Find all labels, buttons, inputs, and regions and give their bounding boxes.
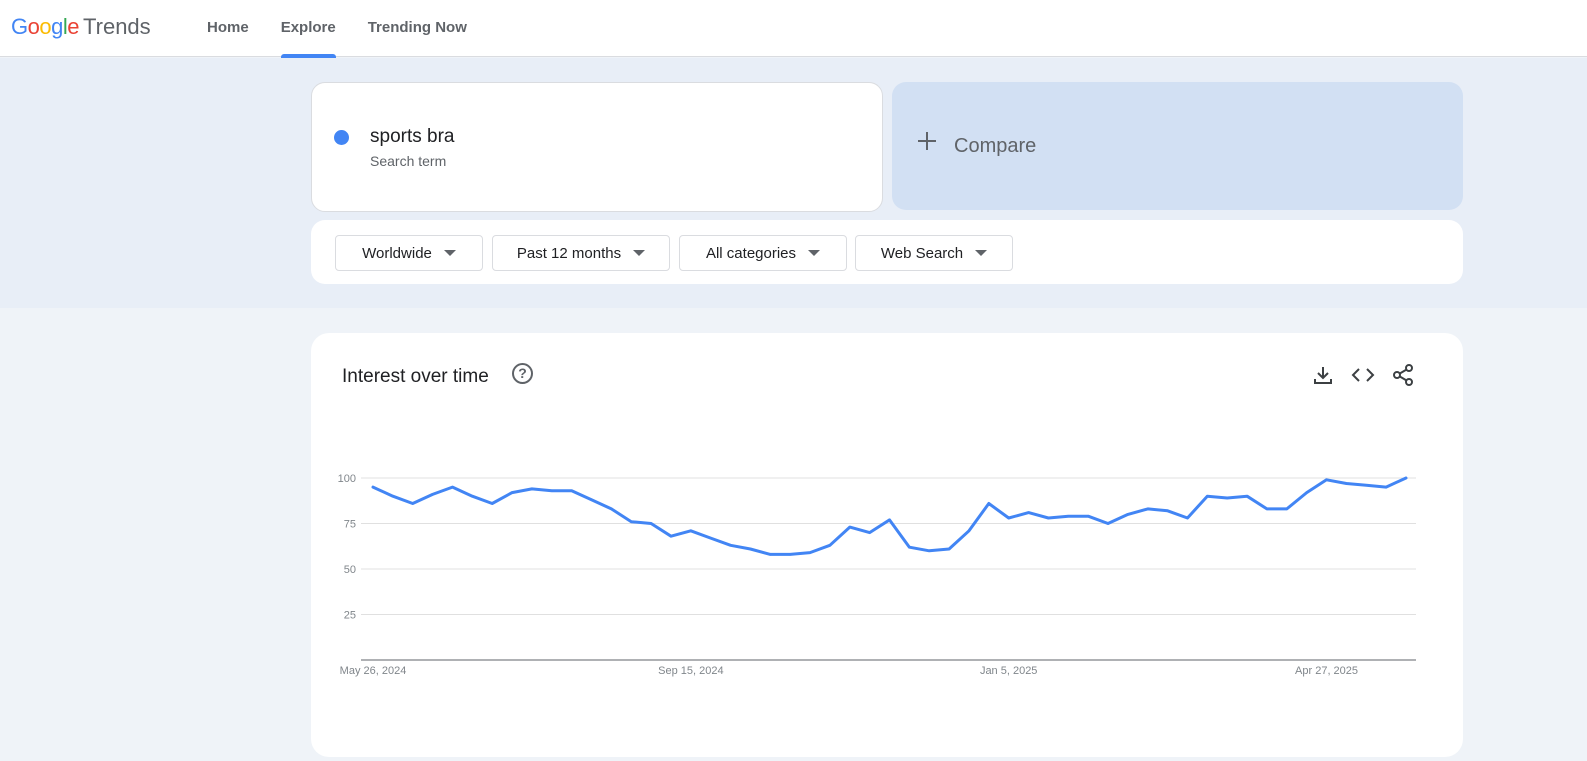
data-point (1285, 507, 1289, 511)
google-trends-logo[interactable]: Google Trends (11, 14, 151, 42)
data-point (709, 536, 712, 540)
data-point (649, 522, 653, 525)
data-point (1067, 515, 1070, 518)
data-point (610, 507, 613, 511)
search-term-name[interactable]: sports bra (370, 126, 454, 148)
data-point (550, 489, 553, 492)
data-point (530, 487, 534, 491)
data-point (451, 485, 454, 489)
region-filter[interactable]: Worldwide (335, 235, 483, 271)
data-point (947, 547, 951, 551)
top-app-bar: Google Trends Home Explore Trending Now (0, 0, 1587, 58)
nav-home[interactable]: Home (191, 0, 265, 57)
search-type-filter-label: Web Search (880, 244, 964, 262)
data-point (987, 502, 991, 505)
data-point (967, 529, 971, 532)
nav-explore[interactable]: Explore (265, 0, 352, 58)
data-point (510, 491, 514, 494)
logo-letter: g (51, 14, 63, 39)
data-point (1345, 482, 1348, 485)
data-point (808, 551, 812, 554)
time-range-filter[interactable]: Past 12 months (492, 235, 670, 271)
data-point (570, 489, 573, 492)
main-nav: Home Explore Trending Now (191, 0, 483, 58)
data-point (1166, 509, 1169, 512)
search-type-filter[interactable]: Web Search (855, 235, 1013, 271)
category-filter-label: All categories (705, 244, 797, 262)
interest-line-chart: 25 50 75 100 May 26, 2024 Sep 15, 2024 Jan 5, … (338, 473, 1416, 677)
data-point (391, 495, 395, 498)
data-point (1384, 485, 1388, 489)
data-point (1007, 516, 1010, 520)
search-term-card[interactable]: sports bra Search term (311, 82, 883, 212)
y-tick-label: 25 (344, 610, 356, 622)
y-tick-label: 50 (344, 564, 356, 576)
data-point (1027, 511, 1030, 514)
y-tick-label: 100 (338, 473, 356, 485)
data-point (928, 549, 931, 552)
data-point (630, 520, 633, 523)
data-point (908, 545, 911, 549)
logo-letter: e (67, 14, 80, 39)
data-point (1305, 491, 1308, 494)
data-point (769, 553, 772, 556)
caret-down-icon (443, 250, 456, 256)
data-point (868, 531, 871, 534)
data-point (1206, 495, 1209, 498)
data-point (1106, 522, 1110, 525)
data-point (590, 498, 593, 502)
time-range-filter-label: Past 12 months (516, 244, 622, 262)
data-point (749, 547, 752, 551)
plus-icon (918, 132, 936, 150)
data-point (1186, 516, 1189, 520)
x-tick-label: Jan 5, 2025 (980, 665, 1038, 677)
data-point (471, 495, 474, 498)
compare-label: Compare (954, 135, 1037, 157)
data-point (371, 485, 375, 489)
data-point (1226, 496, 1229, 500)
data-point (1047, 516, 1050, 520)
interest-over-time-card: Interest over time ? 25 50 75 100 May 26, 20… (311, 333, 1463, 757)
data-point (431, 493, 434, 496)
logo-letter: G (11, 14, 28, 39)
caret-down-icon (633, 250, 646, 256)
x-tick-label: Apr 27, 2025 (1295, 665, 1358, 677)
data-point (1126, 513, 1130, 516)
data-point (689, 529, 693, 532)
compare-button[interactable]: Compare (892, 82, 1463, 210)
caret-down-icon (808, 250, 821, 256)
term-color-dot (334, 130, 349, 145)
data-point (669, 535, 673, 538)
search-term-type: Search term (370, 153, 447, 169)
logo-letter: o (27, 14, 40, 39)
data-point (411, 502, 414, 505)
series-line-sports-bra (371, 476, 1408, 556)
x-tick-label: May 26, 2024 (340, 665, 407, 677)
data-point (1365, 484, 1368, 487)
data-point (848, 525, 851, 529)
data-point (1265, 507, 1269, 511)
region-filter-label: Worldwide (362, 244, 432, 262)
nav-trending-now[interactable]: Trending Now (352, 0, 483, 57)
y-tick-label: 75 (344, 519, 356, 531)
caret-down-icon (975, 250, 988, 256)
x-tick-label: Sep 15, 2024 (658, 665, 723, 677)
filter-bar: Worldwide Past 12 months All categories … (311, 220, 1463, 284)
data-point (888, 518, 891, 522)
category-filter[interactable]: All categories (679, 235, 847, 271)
data-point (1325, 478, 1328, 482)
data-point (788, 553, 792, 556)
trends-wordmark: Trends (83, 14, 151, 39)
data-point (828, 544, 832, 547)
google-wordmark: Google (11, 14, 80, 40)
data-point (1245, 495, 1249, 498)
data-point (1086, 515, 1090, 518)
data-point (1146, 507, 1149, 511)
data-point (490, 502, 494, 505)
data-point (1404, 476, 1408, 480)
data-point (729, 544, 732, 547)
logo-letter: o (39, 14, 52, 39)
